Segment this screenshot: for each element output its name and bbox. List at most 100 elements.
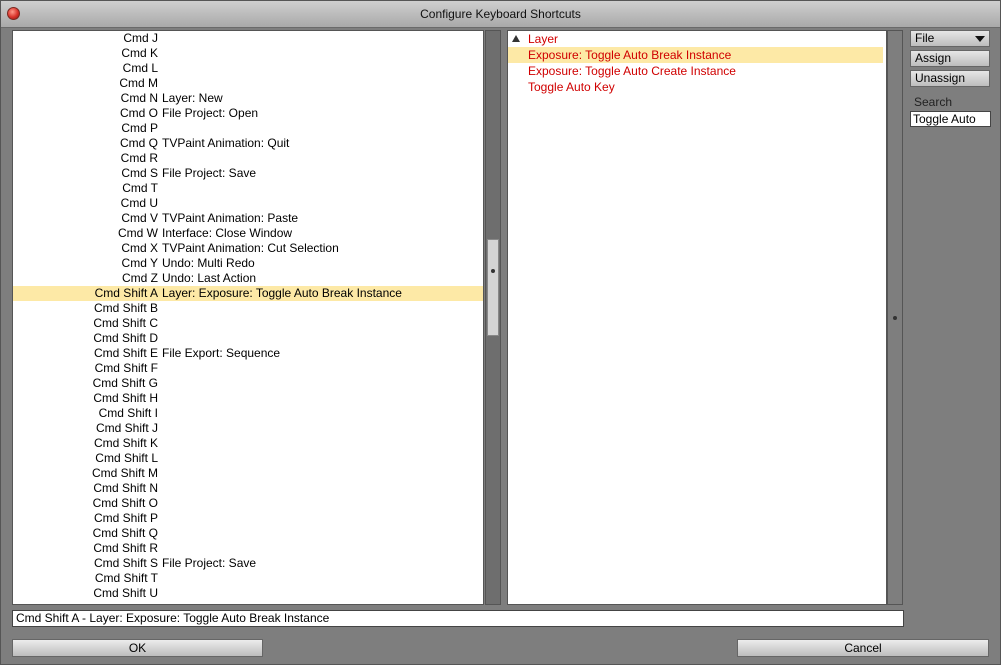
shortcut-row[interactable]: Cmd Shift O (13, 496, 483, 511)
shortcut-action: Undo: Multi Redo (162, 256, 255, 270)
shortcut-row[interactable]: Cmd W Interface: Close Window (13, 226, 483, 241)
shortcut-row[interactable]: Cmd Q TVPaint Animation: Quit (13, 136, 483, 151)
right-splitter-grip-icon[interactable] (893, 316, 897, 320)
shortcut-row[interactable]: Cmd Shift N (13, 481, 483, 496)
shortcut-row[interactable]: Cmd N Layer: New (13, 91, 483, 106)
shortcut-key: Cmd Shift O (92, 496, 158, 510)
shortcut-action: File Project: Save (162, 556, 257, 570)
shortcut-key: Cmd Shift K (93, 436, 158, 450)
shortcut-key: Cmd Shift J (95, 421, 158, 435)
shortcut-row[interactable]: Cmd Shift J (13, 421, 483, 436)
shortcut-row[interactable]: Cmd S File Project: Save (13, 166, 483, 181)
shortcut-row[interactable]: Cmd Shift D (13, 331, 483, 346)
tree-action-item[interactable]: Exposure: Toggle Auto Create Instance (508, 63, 883, 79)
shortcut-row[interactable]: Cmd Shift S File Project: Save (13, 556, 483, 571)
shortcut-row[interactable]: Cmd Z Undo: Last Action (13, 271, 483, 286)
shortcut-row[interactable]: Cmd Shift F (13, 361, 483, 376)
shortcut-action: File Export: Sequence (162, 346, 281, 360)
shortcut-key: Cmd Shift P (93, 511, 158, 525)
shortcut-action: TVPaint Animation: Quit (162, 136, 290, 150)
shortcut-list[interactable]: Cmd J Cmd K Cmd L Cmd M Cmd N Layer: New Cmd O… (12, 30, 484, 605)
shortcut-row[interactable]: Cmd Shift L (13, 451, 483, 466)
shortcut-key: Cmd R (120, 151, 158, 165)
shortcut-row[interactable]: Cmd L (13, 61, 483, 76)
shortcut-key: Cmd S (121, 166, 158, 180)
tree-action-item[interactable]: Toggle Auto Key (508, 79, 883, 95)
shortcut-row[interactable]: Cmd J (13, 31, 483, 46)
shortcut-key: Cmd Shift F (94, 361, 158, 375)
shortcut-row[interactable]: Cmd K (13, 46, 483, 61)
expand-triangle-icon[interactable] (512, 35, 520, 42)
shortcut-action: TVPaint Animation: Paste (162, 211, 299, 225)
assign-button[interactable]: Assign (910, 50, 990, 67)
title-bar[interactable]: Configure Keyboard Shortcuts (1, 1, 1000, 28)
shortcut-row[interactable]: Cmd Shift Q (13, 526, 483, 541)
shortcut-key: Cmd W (118, 226, 158, 240)
shortcut-row[interactable]: Cmd Shift P (13, 511, 483, 526)
shortcut-row[interactable]: Cmd Shift M (13, 466, 483, 481)
shortcut-row[interactable]: Cmd O File Project: Open (13, 106, 483, 121)
shortcut-key: Cmd Shift G (92, 376, 158, 390)
shortcut-action: File Project: Save (162, 166, 257, 180)
shortcut-row[interactable]: Cmd Shift T (13, 571, 483, 586)
ok-button[interactable]: OK (12, 639, 263, 657)
shortcut-key: Cmd Shift S (93, 556, 158, 570)
unassign-button[interactable]: Unassign (910, 70, 990, 87)
shortcut-key: Cmd Shift D (93, 331, 158, 345)
shortcut-key: Cmd Shift C (93, 316, 158, 330)
shortcut-key: Cmd Q (119, 136, 158, 150)
shortcut-key: Cmd V (121, 211, 158, 225)
shortcut-key: Cmd T (122, 181, 158, 195)
shortcut-list-scroll-thumb[interactable] (487, 239, 499, 336)
cancel-button[interactable]: Cancel (737, 639, 989, 657)
shortcut-key: Cmd X (121, 241, 158, 255)
shortcut-row[interactable]: Cmd R (13, 151, 483, 166)
shortcut-key: Cmd Shift L (95, 451, 158, 465)
shortcut-key: Cmd Shift M (91, 466, 158, 480)
tree-action-item[interactable]: Exposure: Toggle Auto Break Instance (508, 47, 883, 63)
shortcut-row[interactable]: Cmd Shift K (13, 436, 483, 451)
shortcut-row[interactable]: Cmd Shift R (13, 541, 483, 556)
shortcut-row[interactable]: Cmd Shift I (13, 406, 483, 421)
shortcut-key: Cmd Shift Q (92, 526, 158, 540)
shortcut-action: Layer: New (162, 91, 223, 105)
search-label: Search (914, 95, 953, 109)
shortcut-row[interactable]: Cmd M (13, 76, 483, 91)
shortcut-key: Cmd Shift T (94, 571, 158, 585)
shortcut-key: Cmd O (119, 106, 158, 120)
shortcut-row[interactable]: Cmd Shift A Layer: Exposure: Toggle Auto … (13, 286, 483, 301)
shortcut-key: Cmd Shift I (98, 406, 158, 420)
shortcut-row[interactable]: Cmd P (13, 121, 483, 136)
shortcut-list-scrollbar[interactable] (485, 30, 501, 605)
shortcut-key: Cmd Shift U (93, 586, 158, 600)
shortcut-key: Cmd Shift E (93, 346, 158, 360)
shortcut-key: Cmd Z (122, 271, 158, 285)
configure-shortcuts-window: Configure Keyboard Shortcuts Cmd J Cmd KC… (0, 0, 1001, 665)
search-input[interactable] (910, 111, 991, 127)
shortcut-action: Interface: Close Window (162, 226, 293, 240)
shortcut-row[interactable]: Cmd Shift B (13, 301, 483, 316)
shortcut-action: TVPaint Animation: Cut Selection (162, 241, 339, 255)
file-dropdown[interactable]: File (910, 30, 990, 47)
shortcut-row[interactable]: Cmd Shift E File Export: Sequence (13, 346, 483, 361)
left-splitter-grip-icon[interactable] (491, 269, 495, 273)
window-title: Configure Keyboard Shortcuts (420, 7, 581, 21)
tree-category-label: Layer (528, 32, 559, 46)
shortcut-key: Cmd Y (121, 256, 158, 270)
shortcut-row[interactable]: Cmd X TVPaint Animation: Cut Selection (13, 241, 483, 256)
file-dropdown-label: File (915, 31, 935, 45)
shortcut-row[interactable]: Cmd Y Undo: Multi Redo (13, 256, 483, 271)
shortcut-row[interactable]: Cmd Shift H (13, 391, 483, 406)
shortcut-row[interactable]: Cmd Shift G (13, 376, 483, 391)
tree-category-layer[interactable]: Layer (508, 31, 886, 47)
shortcut-row[interactable]: Cmd T (13, 181, 483, 196)
shortcut-row[interactable]: Cmd Shift U (13, 586, 483, 601)
shortcut-row[interactable]: Cmd U (13, 196, 483, 211)
shortcut-key: Cmd Shift N (93, 481, 158, 495)
shortcut-action: Layer: Exposure: Toggle Auto Break Insta… (162, 286, 402, 300)
shortcut-row[interactable]: Cmd V TVPaint Animation: Paste (13, 211, 483, 226)
action-tree[interactable]: Layer Exposure: Toggle Auto Break Instan… (507, 30, 887, 605)
shortcut-row[interactable]: Cmd Shift C (13, 316, 483, 331)
shortcut-key: Cmd K (121, 46, 158, 60)
selected-shortcut-field[interactable]: Cmd Shift A - Layer: Exposure: Toggle Au… (12, 610, 904, 627)
